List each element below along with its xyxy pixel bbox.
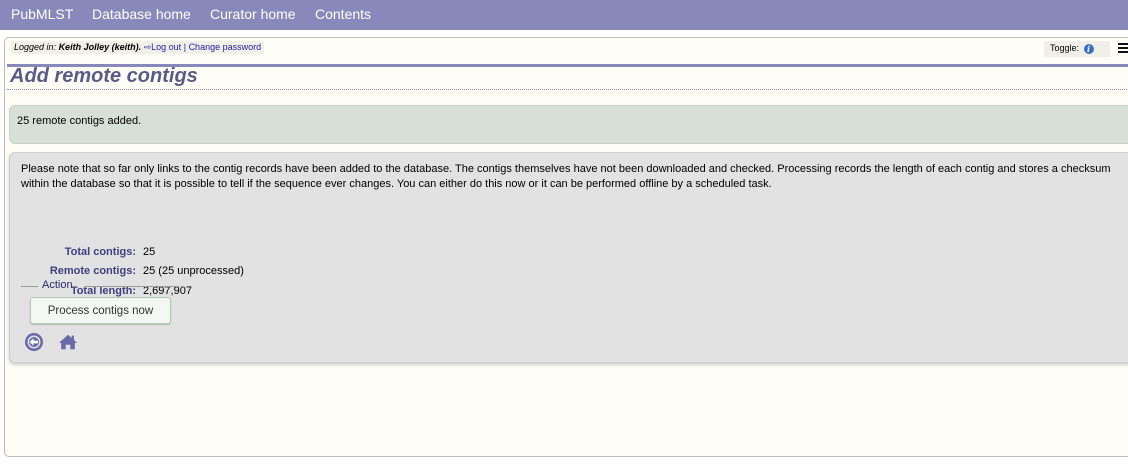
- main-panel: Logged in: Keith Jolley (keith). ⇨Log ou…: [4, 37, 1128, 457]
- success-message: 25 remote contigs added.: [17, 115, 142, 127]
- menu-link-database-home[interactable]: Database home: [92, 6, 191, 22]
- login-separator: |: [183, 42, 187, 52]
- process-contigs-button[interactable]: Process contigs now: [30, 297, 171, 324]
- logged-in-user: Keith Jolley (keith).: [58, 42, 142, 52]
- toggle-control[interactable]: Toggle: i: [1044, 41, 1110, 57]
- stat-label: Remote contigs:: [49, 265, 136, 277]
- logout-link[interactable]: ⇨Log out: [144, 42, 182, 52]
- change-password-link[interactable]: Change password: [189, 42, 262, 52]
- top-menubar: PubMLST Database home Curator home Conte…: [0, 0, 1128, 30]
- stat-value: 25 (25 unprocessed): [143, 265, 244, 277]
- content-box: Please note that so far only links to th…: [9, 152, 1128, 363]
- toggle-label: Toggle:: [1050, 43, 1080, 53]
- menu-link-pubmlst[interactable]: PubMLST: [11, 6, 73, 22]
- info-circle-icon[interactable]: i: [1083, 44, 1094, 54]
- action-fieldset: Action Process contigs now: [21, 279, 179, 324]
- processing-note: Please note that so far only links to th…: [21, 163, 1111, 190]
- home-icon[interactable]: [58, 332, 78, 352]
- action-legend: Action: [42, 279, 73, 291]
- logged-in-label: Logged in:: [14, 42, 57, 52]
- back-icon[interactable]: [24, 332, 44, 352]
- page-title-bar: Add remote contigs: [7, 64, 1128, 90]
- menu-link-curator-home[interactable]: Curator home: [210, 6, 296, 22]
- logout-label: Log out: [151, 42, 182, 52]
- page-title: Add remote contigs: [10, 65, 198, 87]
- stat-label: Total contigs:: [64, 246, 136, 258]
- login-status: Logged in: Keith Jolley (keith). ⇨Log ou…: [11, 41, 265, 54]
- success-message-box: 25 remote contigs added.: [9, 105, 1128, 144]
- stat-value: 25: [143, 246, 156, 258]
- hamburger-icon[interactable]: [1118, 43, 1128, 55]
- menu-link-contents[interactable]: Contents: [315, 6, 371, 22]
